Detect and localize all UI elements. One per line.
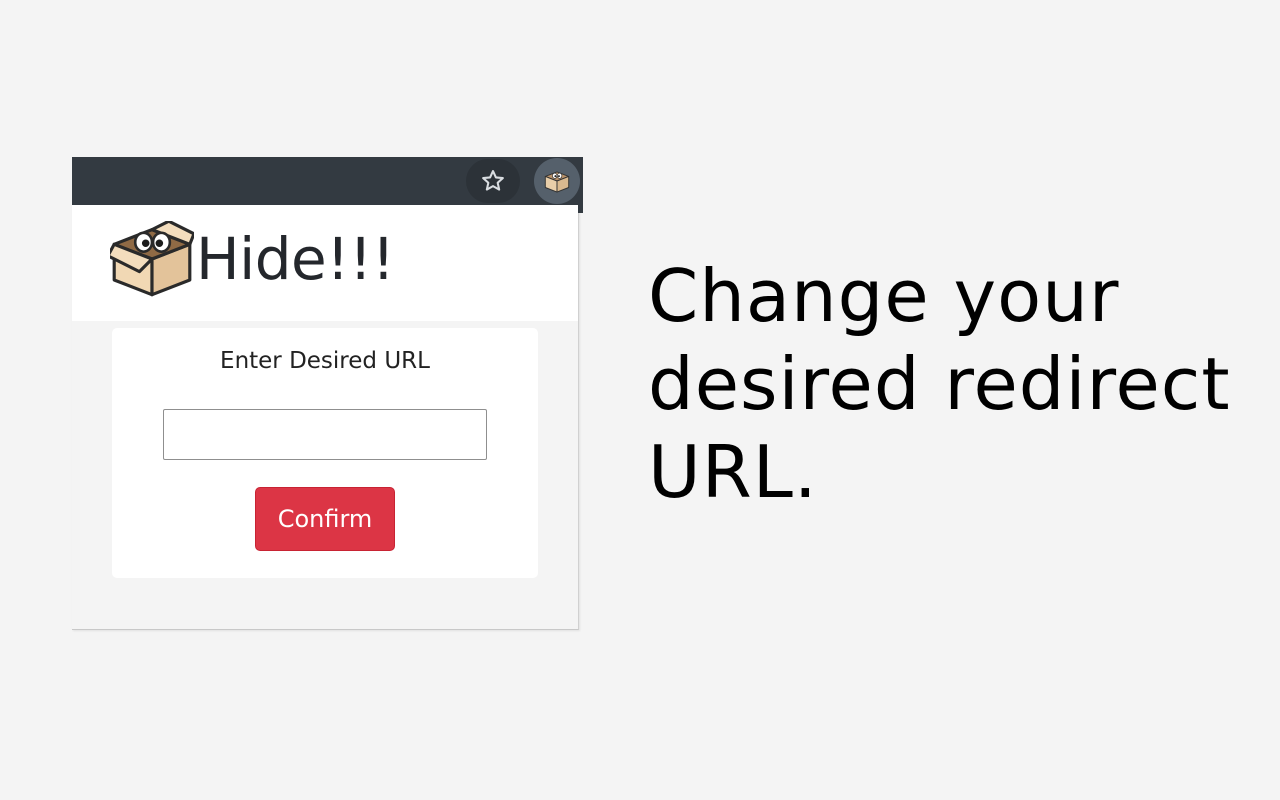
url-field-label: Enter Desired URL bbox=[220, 348, 430, 374]
confirm-button[interactable]: Confirm bbox=[255, 487, 395, 551]
brand: Hide!!! bbox=[110, 221, 395, 297]
star-outline-icon bbox=[482, 170, 504, 191]
cardboard-box-mascot-icon bbox=[110, 221, 194, 297]
toolbar-edge bbox=[578, 205, 583, 213]
brand-title: Hide!!! bbox=[196, 225, 395, 293]
cardboard-box-mascot-icon bbox=[544, 171, 570, 193]
promo-headline: Change your desired redirect URL. bbox=[648, 254, 1231, 514]
popup-header: Hide!!! bbox=[72, 205, 578, 321]
bookmark-star-button[interactable] bbox=[466, 159, 520, 203]
extension-popup: Hide!!! Enter Desired URL Confirm bbox=[72, 205, 579, 630]
url-input[interactable] bbox=[163, 409, 487, 460]
url-form-card: Enter Desired URL Confirm bbox=[112, 328, 538, 578]
extension-button[interactable] bbox=[534, 158, 580, 204]
